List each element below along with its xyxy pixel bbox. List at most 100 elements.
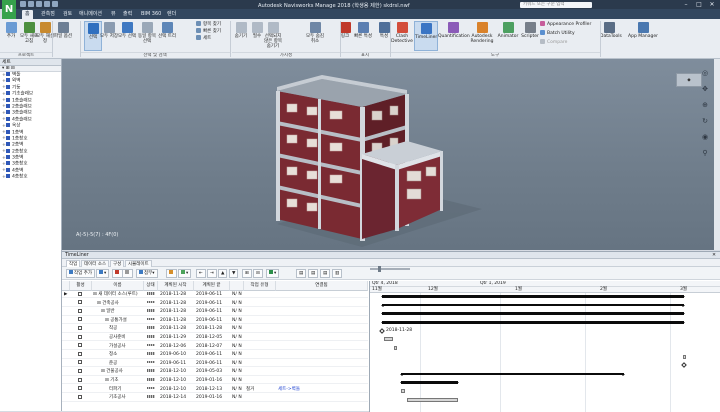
table-row[interactable]: 정소 2019-06-10 2019-06-11 N/ N — [62, 351, 368, 359]
active-checkbox[interactable] — [78, 351, 86, 358]
ribbon-button-3[interactable]: 파일 옵션 — [54, 21, 72, 51]
tab-configure[interactable]: 구성 — [110, 260, 125, 267]
summary-bar[interactable] — [380, 303, 686, 307]
task-bar[interactable] — [383, 337, 393, 342]
ribbon-button-6[interactable]: 모두 선택 — [118, 21, 136, 51]
planned-end[interactable]: 2019-06-11 — [196, 308, 230, 315]
zoom-slider[interactable] — [370, 266, 410, 272]
ribbon-button-18[interactable]: Quantification — [438, 21, 470, 51]
table-row[interactable]: 터파기 2018-12-10 2018-12-13 N/ N 철거 세트->벽돌 — [62, 386, 368, 394]
viewcube-icon[interactable]: ◆ — [676, 73, 702, 87]
active-checkbox[interactable] — [78, 343, 86, 350]
quick-find-button[interactable]: 빠른 찾기 — [196, 28, 221, 35]
planned-start[interactable]: 2019-06-10 — [160, 351, 194, 358]
task-name[interactable]: ⊟ 새 데이터 소스(루트) — [93, 291, 144, 298]
task-name[interactable]: ⊟ 공통가설 — [105, 317, 144, 324]
column-header[interactable]: 활성 — [70, 281, 92, 291]
insert-task-button[interactable]: ▾ — [96, 269, 110, 278]
ribbon-button-19[interactable]: Autodesk Rendering — [470, 21, 494, 51]
task-name[interactable]: ⊟ 기초 — [105, 377, 144, 384]
milestone-marker[interactable] — [681, 362, 688, 368]
close-icon[interactable]: ✕ — [706, 0, 718, 9]
ribbon-button-8[interactable]: 선택 트리 — [158, 21, 176, 51]
planned-start[interactable]: 2018-11-28 — [160, 325, 194, 332]
gantt-hide-button[interactable]: ▥ — [332, 269, 343, 278]
gantt-actual-button[interactable]: ▤ — [308, 269, 319, 278]
planned-start[interactable]: 2018-12-06 — [160, 343, 194, 350]
gantt-both-button[interactable]: ▤ — [320, 269, 331, 278]
task-name[interactable]: 준공 — [109, 360, 144, 367]
expand-button[interactable]: ⊞ — [242, 269, 252, 278]
walk-icon[interactable]: ⚲ — [700, 148, 710, 158]
planned-end[interactable]: 2019-06-11 — [196, 360, 230, 367]
column-header[interactable]: 이름 — [92, 281, 144, 291]
ribbon-button-7[interactable]: 동일 항목 선택 — [138, 21, 156, 51]
ribbon-button-16[interactable]: Clash Detective — [390, 21, 414, 51]
planned-end[interactable]: 2019-01-16 — [196, 394, 230, 401]
planned-end[interactable]: 2018-12-13 — [196, 386, 230, 393]
task-bar[interactable] — [406, 397, 458, 402]
sets-button[interactable]: 세트 — [196, 35, 211, 42]
planned-start[interactable]: 2018-11-28 — [160, 291, 194, 298]
filter-button[interactable]: ▾ — [178, 269, 192, 278]
compare-button[interactable]: Compare — [540, 39, 567, 46]
task-type[interactable] — [246, 317, 276, 324]
column-header[interactable]: 계획된 끝 — [194, 281, 230, 291]
3d-viewport[interactable]: ◆ — [62, 59, 714, 250]
indent-button[interactable]: ⇥ — [207, 269, 217, 278]
batch-utility-button[interactable]: Batch Utility — [540, 30, 575, 37]
task-name[interactable]: ⊟ 건축공사 — [97, 300, 144, 307]
table-row[interactable]: ⊟ 공통가설 2018-11-28 2019-06-11 N/ N — [62, 317, 368, 325]
active-checkbox[interactable] — [78, 394, 86, 401]
tab-viewpoint[interactable]: 관측점 — [38, 10, 58, 19]
task-type[interactable] — [246, 377, 276, 384]
summary-bar[interactable] — [380, 321, 686, 324]
column-header[interactable]: 상태 — [144, 281, 158, 291]
tab-animation[interactable]: 애니메이션 — [76, 10, 105, 19]
active-checkbox[interactable] — [78, 368, 86, 375]
gantt-planned-button[interactable]: ▤ — [296, 269, 307, 278]
milestone-marker[interactable] — [379, 327, 385, 334]
planned-start[interactable]: 2019-06-11 — [160, 360, 194, 367]
task-type[interactable] — [246, 343, 276, 350]
active-checkbox[interactable] — [78, 377, 86, 384]
outdent-button[interactable]: ⇤ — [196, 269, 206, 278]
planned-end[interactable]: 2019-01-16 — [196, 377, 230, 384]
task-type[interactable] — [246, 351, 276, 358]
save-icon[interactable] — [28, 1, 34, 7]
planned-end[interactable]: 2019-06-11 — [196, 351, 230, 358]
tab-data-sources[interactable]: 데이터 소스 — [81, 260, 110, 267]
active-checkbox[interactable] — [78, 386, 86, 393]
task-type[interactable] — [246, 325, 276, 332]
attach-button[interactable]: 첨부▾ — [136, 269, 158, 278]
appearance-profiler-button[interactable]: Appearance Profiler — [540, 21, 591, 28]
task-bar[interactable] — [682, 354, 686, 359]
planned-start[interactable]: 2018-11-28 — [160, 317, 194, 324]
table-row[interactable]: ⊟ 건축공사 2018-11-28 2019-06-11 N/ N — [62, 300, 368, 308]
task-type[interactable] — [246, 394, 276, 401]
steeringwheel-icon[interactable]: ◎ — [700, 68, 710, 78]
ribbon-button-23[interactable]: App Manager — [628, 21, 658, 51]
column-header[interactable] — [230, 281, 244, 291]
planned-start[interactable]: 2018-11-29 — [160, 334, 194, 341]
task-type[interactable] — [246, 334, 276, 341]
task-name[interactable]: ⊟ 일반 — [101, 308, 144, 315]
table-row[interactable]: ⊟ 건물공사 2018-12-10 2019-05-03 N/ N — [62, 368, 368, 376]
move-up-button[interactable]: ▲ — [218, 269, 228, 278]
table-row[interactable]: 공사준비 2018-11-29 2018-12-05 N/ N — [62, 334, 368, 342]
ribbon-button-11[interactable]: 선택되지 않은 항목 숨기기 — [264, 21, 282, 51]
ribbon-button-13[interactable]: 링크 — [336, 21, 354, 51]
table-row[interactable]: 준공 2019-06-11 2019-06-11 N/ N — [62, 360, 368, 368]
task-type[interactable] — [246, 368, 276, 375]
summary-bar[interactable] — [380, 295, 686, 298]
task-bar[interactable] — [400, 389, 406, 393]
planned-start[interactable]: 2018-11-28 — [160, 308, 194, 315]
add-task-button[interactable]: 작업 추가 — [66, 269, 95, 278]
planned-start[interactable]: 2018-12-10 — [160, 386, 194, 393]
tab-render[interactable]: 렌더 — [164, 10, 179, 19]
planned-end[interactable]: 2019-06-11 — [196, 300, 230, 307]
maximize-icon[interactable]: □ — [693, 0, 705, 9]
task-name[interactable]: ⊟ 건물공사 — [101, 368, 144, 375]
open-icon[interactable] — [20, 1, 26, 7]
zoom-icon[interactable]: ⊕ — [700, 100, 710, 110]
